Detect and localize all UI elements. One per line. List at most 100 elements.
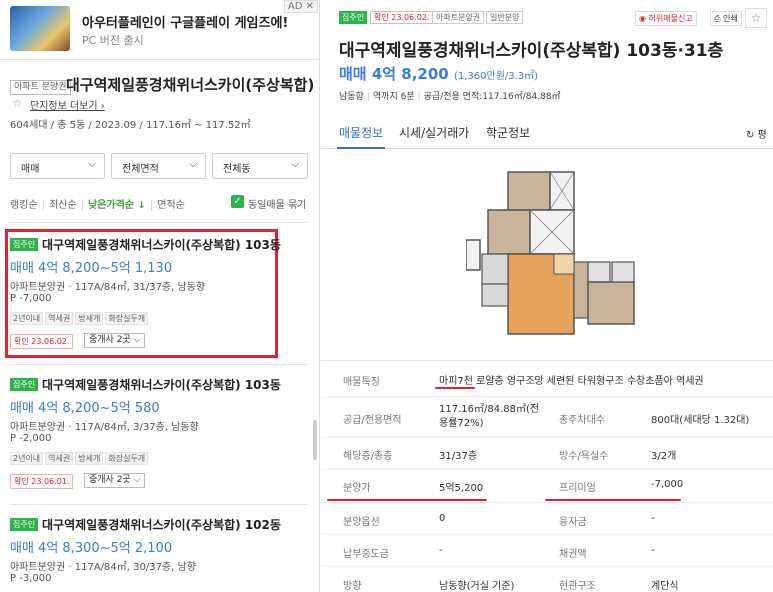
dong-value: 전체동 xyxy=(223,164,251,175)
table-row: 방향 남동향(거실 기준) 현관구조 계단식 xyxy=(321,567,773,592)
tab-listing-info[interactable]: 매물정보 xyxy=(339,124,383,141)
listing-info-table: 매물특징 마피7천 로얄층 영구조망 세련된 타워형구조 수창초품아 역세권 공… xyxy=(321,360,773,592)
listing-tags: 2년이내 역세권 방세개 화장실두개 xyxy=(10,450,150,465)
row-value: 3/2개 xyxy=(651,451,677,462)
listing-title[interactable]: 대구역제일풍경채위너스카이(주상복합) 102동 xyxy=(42,516,281,533)
chevron-down-icon: ⌵ xyxy=(291,159,299,170)
ad-close-button[interactable]: AD ✕ xyxy=(283,0,318,13)
row-value: 0 xyxy=(439,513,446,524)
row-value: 마피7천 로얄층 영구조망 세련된 타워형구조 수창초품아 역세권 xyxy=(439,376,704,387)
row-value: 117.16㎡/84.88㎡(전용률72%) xyxy=(439,404,540,429)
confirm-date-badge: 확인 23.06.02. xyxy=(10,334,74,349)
row-value: - xyxy=(651,545,655,556)
detail-panel: 집주인 확인 23.06.02. 아파트분양권 일반분양 ◉ 허위매물신고 ⎙ … xyxy=(321,0,773,592)
owner-badge: 집주인 xyxy=(10,518,39,531)
detail-meta: 남동향 | 역까지 6분 | 공급/전용 면적:117.16㎡/84.88㎡ xyxy=(339,92,561,102)
row-value: 5억5,200 xyxy=(439,483,484,494)
row-header: 해당층/총층 xyxy=(343,451,393,462)
row-header: 프리미엄 xyxy=(559,483,596,494)
listing-price: 매매 4억 8,300~5억 2,100 xyxy=(10,541,173,556)
row-header: 방향 xyxy=(343,581,362,592)
area-info: 공급/전용 면적:117.16㎡/84.88㎡ xyxy=(423,92,561,102)
table-row: 납부중도금 - 채권액 - xyxy=(321,535,773,567)
area-select[interactable]: 전체면적 ⌵ xyxy=(111,153,206,179)
listing-info: 아파트분양권 · 117A/84㎡, 31/37층, 남동향 xyxy=(10,282,206,293)
owner-badge: 집주인 xyxy=(339,11,368,24)
sort-ranking[interactable]: 랭킹순 xyxy=(10,200,38,211)
row-value: 31/37층 xyxy=(439,451,478,462)
listing-price: 매매 4억 8,200~5억 1,130 xyxy=(10,261,173,276)
listing-title[interactable]: 대구역제일풍경채위너스카이(주상복합) 103동 xyxy=(42,236,281,253)
scrollbar-thumb[interactable] xyxy=(313,420,317,460)
price-value: 매매 4억 8,200 xyxy=(339,65,449,83)
ad-banner[interactable]: 아우터플레인이 구글플레이 게임즈에! PC 버전 출시 AD ✕ xyxy=(0,0,319,60)
table-row: 공급/전용면적 117.16㎡/84.88㎡(전용률72%) 총주차대수 800… xyxy=(321,397,773,437)
confirm-date-badge: 확인 23.06.01. xyxy=(10,474,74,489)
area-unit-toggle[interactable]: ↻ 평 xyxy=(746,126,767,141)
owner-badge: 집주인 xyxy=(10,378,39,391)
report-label: 허위매물신고 xyxy=(648,14,693,23)
row-header: 총주차대수 xyxy=(559,415,605,426)
divider xyxy=(10,504,308,505)
row-header: 방수/욕실수 xyxy=(559,451,609,462)
tag: 역세권 xyxy=(45,452,74,465)
same-listing-checkbox[interactable]: ✓ xyxy=(231,195,244,208)
report-button[interactable]: ◉ 허위매물신고 xyxy=(635,11,697,26)
ad-title[interactable]: 아우터플레인이 구글플레이 게임즈에! xyxy=(82,12,288,31)
divider xyxy=(10,222,308,223)
listing-price: 매매 4억 8,200~5억 580 xyxy=(10,401,160,416)
row-header: 융자금 xyxy=(559,517,587,528)
row-header: 채권액 xyxy=(559,549,587,560)
sort-lowest-price[interactable]: 낮은가격순 ↓ xyxy=(88,200,146,211)
active-tab-indicator xyxy=(337,147,385,149)
row-header: 현관구조 xyxy=(559,581,596,592)
trade-type-value: 매매 xyxy=(21,164,40,175)
table-row: 매물특징 마피7천 로얄층 영구조망 세련된 타워형구조 수창초품아 역세권 xyxy=(321,361,773,397)
sort-newest[interactable]: 최신순 xyxy=(49,200,77,211)
filter-bar: 매매 ⌵ 전체면적 ⌵ 전체동 ⌵ xyxy=(10,153,308,179)
row-header: 납부중도금 xyxy=(343,549,389,560)
table-row: 분양옵션 0 융자금 - xyxy=(321,503,773,535)
listing-premium: P -2,000 xyxy=(10,433,52,444)
listing-panel: 아우터플레인이 구글플레이 게임즈에! PC 버전 출시 AD ✕ 아파트 분양… xyxy=(0,0,320,592)
tab-school-info[interactable]: 학군정보 xyxy=(486,124,530,141)
tag: 역세권 xyxy=(45,312,74,325)
complex-info-link[interactable]: 단지정보 더보기 › xyxy=(30,97,105,112)
tag: 화장실두개 xyxy=(105,312,149,325)
tab-price-history[interactable]: 시세/실거래가 xyxy=(399,124,469,141)
broker-toggle-button[interactable]: 중개사 2곳 ⌵ xyxy=(84,333,146,348)
print-label: 인쇄 xyxy=(722,14,738,23)
ad-thumbnail[interactable] xyxy=(10,6,70,51)
row-header: 분양가 xyxy=(343,483,371,494)
row-value: - xyxy=(651,513,655,524)
same-listing-label[interactable]: 동일매물 묶기 xyxy=(248,196,306,211)
complex-name: 대구역제일풍경채위너스카이(주상복합) xyxy=(66,76,315,94)
row-value: 800대(세대당 1.32대) xyxy=(651,415,750,426)
row-header: 공급/전용면적 xyxy=(343,415,402,426)
floor-plan-image[interactable] xyxy=(466,170,636,335)
print-button[interactable]: ⎙ 인쇄 xyxy=(710,11,742,26)
detail-tabs: 매물정보 시세/실거래가 학군정보 ↻ 평 xyxy=(321,117,773,149)
ad-subtitle: PC 버전 출시 xyxy=(82,34,144,47)
listing-info: 아파트분양권 · 117A/84㎡, 30/37층, 남향 xyxy=(10,562,196,573)
sort-area[interactable]: 면적순 xyxy=(157,200,185,211)
direction: 남동향 xyxy=(339,92,364,102)
dong-select[interactable]: 전체동 ⌵ xyxy=(212,153,308,179)
broker-toggle-button[interactable]: 중개사 2곳 ⌵ xyxy=(84,473,146,488)
row-value: - xyxy=(439,545,443,556)
favorite-star-icon[interactable]: ☆ xyxy=(745,8,767,28)
chevron-down-icon: ⌵ xyxy=(189,159,197,170)
trade-type-select[interactable]: 매매 ⌵ xyxy=(10,153,105,179)
listing-title[interactable]: 대구역제일풍경채위너스카이(주상복합) 103동 xyxy=(42,376,281,393)
tag: 방세개 xyxy=(75,452,104,465)
row-value: 남동향(거실 기준) xyxy=(439,581,515,592)
highlight-underline xyxy=(435,387,475,389)
station-distance: 역까지 6분 xyxy=(372,92,415,102)
row-value: 계단식 xyxy=(651,581,679,592)
complex-meta: 604세대 / 총 5동 / 2023.09 / 117.16㎡ ~ 117.5… xyxy=(10,120,251,131)
siren-icon: ◉ xyxy=(639,14,649,23)
tag: 방세개 xyxy=(75,312,104,325)
chevron-down-icon: ⌵ xyxy=(88,159,96,170)
favorite-star-icon[interactable]: ☆ xyxy=(12,96,23,110)
highlight-underline xyxy=(545,499,681,501)
